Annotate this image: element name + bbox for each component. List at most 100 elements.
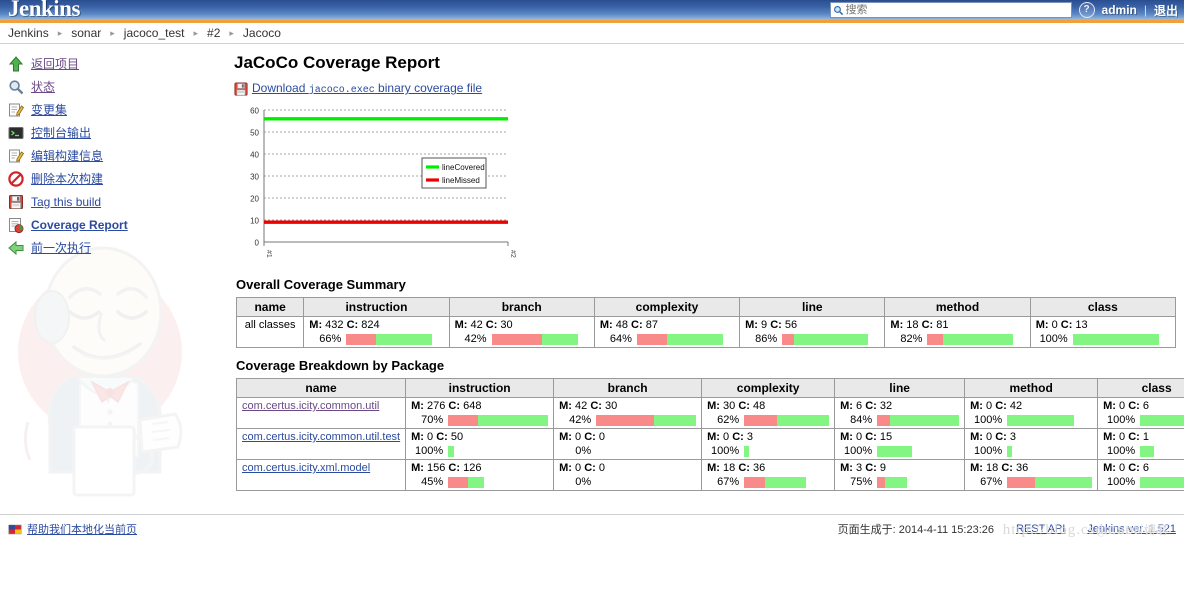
coverage-breakdown-table: name instruction branch complexity line metho… [235, 378, 1184, 491]
bar-covered-segment [1007, 414, 1075, 426]
coverage-bar [877, 414, 960, 426]
bar-covered-segment [1140, 476, 1184, 488]
help-icon[interactable]: ? [1078, 2, 1095, 18]
sidebar-item-label[interactable]: 编辑构建信息 [31, 147, 103, 164]
sidebar-item-0[interactable]: 返回项目 [0, 52, 230, 75]
coverage-bar-row: 42% [559, 414, 697, 426]
bar-covered-segment [477, 414, 549, 426]
coverage-cell: M: 156 C: 126 45% [405, 459, 555, 491]
breadcrumb-item-0[interactable]: Jenkins [8, 26, 49, 40]
coverage-bar [491, 333, 578, 345]
coverage-cell: M: 0 C: 6 100% [1097, 397, 1184, 429]
bar-covered-segment [877, 445, 913, 457]
coverage-bar-row: 45% [411, 476, 548, 488]
missed-covered-text: M: 18 C: 81 [890, 319, 949, 331]
bar-missed-segment [744, 414, 777, 426]
breakdown-heading: Coverage Breakdown by Package [236, 358, 445, 373]
missed-covered-text: M: 18 C: 36 [970, 462, 1029, 474]
breadcrumb-item-4[interactable]: Jacoco [243, 26, 281, 40]
search-box[interactable] [829, 2, 1072, 18]
breadcrumb-item-1[interactable]: sonar [71, 26, 101, 40]
download-exec-link[interactable]: Download jacoco.exec binary coverage fil… [252, 81, 482, 96]
coverage-percent: 66% [319, 333, 342, 345]
bar-missed-segment [596, 414, 655, 426]
flag-icon [8, 524, 22, 534]
coverage-percent: 0% [575, 476, 592, 488]
sidebar-item-label[interactable]: 控制台输出 [31, 124, 91, 141]
coverage-bar-row: 0% [559, 445, 696, 457]
sidebar-item-label[interactable]: Tag this build [31, 195, 101, 209]
coverage-percent: 100% [1106, 445, 1136, 457]
edit-icon [8, 102, 25, 118]
coverage-bar-row: 100% [707, 445, 829, 457]
generated-timestamp: 页面生成于: 2014-4-11 15:23:26 [837, 524, 994, 536]
column-header-line: line [739, 297, 886, 317]
sidebar-item-label[interactable]: 状态 [31, 78, 55, 95]
jenkins-logo[interactable]: Jenkins [0, 0, 80, 20]
package-link[interactable]: com.certus.icity.common.util.test [242, 431, 400, 443]
breadcrumb-item-2[interactable]: jacoco_test [124, 26, 185, 40]
sidebar-item-2[interactable]: 变更集 [0, 98, 230, 121]
sidebar-item-8[interactable]: 前一次执行 [0, 236, 230, 259]
footer-right: 页面生成于: 2014-4-11 15:23:26 REST API Jenki… [838, 521, 1176, 537]
sidebar-item-6[interactable]: Tag this build [0, 190, 230, 213]
coverage-percent: 82% [900, 333, 923, 345]
coverage-percent: 64% [609, 333, 632, 345]
sidebar-item-label[interactable]: 变更集 [31, 101, 67, 118]
search-input[interactable] [845, 4, 1069, 16]
sidebar-item-label[interactable]: 返回项目 [31, 55, 79, 72]
footer-left: 帮助我们本地化当前页 [8, 521, 137, 537]
missed-covered-text: M: 9 C: 56 [745, 319, 798, 331]
bar-covered-segment [654, 414, 697, 426]
sidebar-item-1[interactable]: 状态 [0, 75, 230, 98]
coverage-percent: 100% [843, 445, 873, 457]
bar-covered-segment [375, 333, 433, 345]
localize-link[interactable]: 帮助我们本地化当前页 [27, 521, 137, 537]
page-footer: 帮助我们本地化当前页 页面生成于: 2014-4-11 15:23:26 RES… [0, 514, 1184, 543]
missed-covered-text: M: 42 C: 30 [454, 319, 513, 331]
table-body: all classes M: 432 C: 824 66% M: 42 C: 30 42… [235, 316, 1177, 348]
package-name-cell: com.certus.icity.xml.model [235, 459, 407, 491]
package-name-cell: com.certus.icity.common.util [235, 397, 407, 429]
coverage-cell: M: 30 C: 48 62% [701, 397, 836, 429]
sidebar-item-label[interactable]: 前一次执行 [31, 239, 91, 256]
rest-api-link[interactable]: REST API [1016, 523, 1065, 535]
jenkins-version-link[interactable]: Jenkins ver. 1.521 [1087, 523, 1176, 535]
svg-text:50: 50 [250, 129, 259, 138]
table-row: com.certus.icity.common.util.test M: 0 C:… [235, 428, 1184, 460]
sidebar-item-label[interactable]: 删除本次构建 [31, 170, 103, 187]
coverage-cell: M: 276 C: 648 70% [405, 397, 555, 429]
column-header-branch: branch [448, 297, 595, 317]
user-name[interactable]: admin [1102, 3, 1137, 17]
column-header-name: name [235, 378, 407, 398]
column-header-instruction: instruction [303, 297, 450, 317]
bar-covered-segment [468, 476, 485, 488]
coverage-percent: 100% [973, 445, 1003, 457]
sidebar-item-4[interactable]: 编辑构建信息 [0, 144, 230, 167]
coverage-bar-row: 100% [1036, 333, 1170, 345]
page-title: JaCoCo Coverage Report [234, 53, 440, 72]
sidebar-item-3[interactable]: 控制台输出 [0, 121, 230, 144]
coverage-trend-chart[interactable]: 0 10 20 30 40 50 60 #1 #2 lineCovered lineMissed [236, 102, 526, 267]
svg-text:10: 10 [250, 217, 259, 226]
bar-missed-segment [346, 333, 376, 345]
package-link[interactable]: com.certus.icity.common.util [242, 400, 379, 412]
overall-coverage-summary-table: name instruction branch complexity line metho… [235, 297, 1177, 348]
coverage-bar-row: 66% [309, 333, 443, 345]
coverage-percent: 62% [717, 414, 740, 426]
sidebar-item-5[interactable]: 删除本次构建 [0, 167, 230, 190]
bar-covered-segment [1035, 476, 1093, 488]
sidebar-item-label[interactable]: Coverage Report [31, 218, 128, 232]
header-separator: | [1143, 3, 1147, 17]
coverage-percent: 0% [575, 445, 592, 457]
coverage-cell: M: 0 C: 1 100% [1097, 428, 1184, 460]
breadcrumb-item-3[interactable]: #2 [207, 26, 220, 40]
bar-covered-segment [884, 476, 908, 488]
sidebar-item-7[interactable]: Coverage Report [0, 213, 230, 236]
coverage-bar [1007, 476, 1093, 488]
svg-text:40: 40 [250, 151, 259, 160]
package-link[interactable]: com.certus.icity.xml.model [242, 462, 370, 474]
missed-covered-text: M: 432 C: 824 [309, 319, 380, 331]
logout-link[interactable]: 退出 [1154, 2, 1178, 19]
missed-covered-text: M: 48 C: 87 [599, 319, 658, 331]
